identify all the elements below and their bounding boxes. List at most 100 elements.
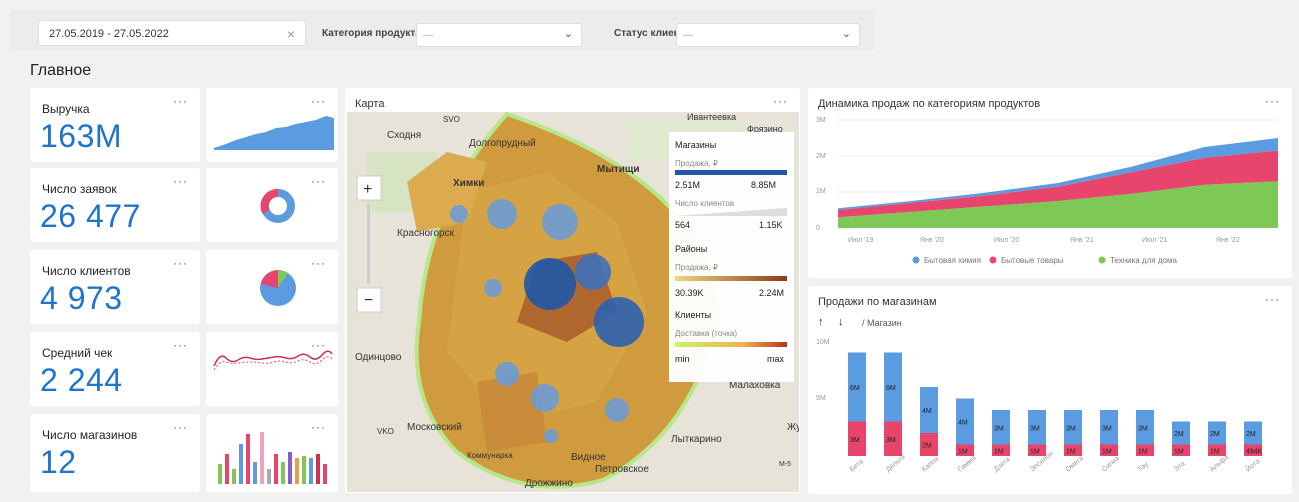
filter-bar: 27.05.2019 - 27.05.2022 × Категория прод…	[10, 10, 875, 50]
bar-data-label: 3M	[994, 425, 1004, 432]
place-label: Ивантеевка	[687, 112, 736, 122]
place-label: Долгопрудный	[469, 138, 536, 149]
place-label: Сходня	[387, 130, 421, 141]
menu-icon[interactable]: ···	[173, 256, 188, 270]
place-label: Одинцово	[355, 352, 402, 363]
legend-min: 564	[675, 220, 690, 230]
y-tick: 2M	[816, 153, 826, 160]
zoom-in-icon[interactable]: +	[363, 181, 372, 198]
menu-icon[interactable]: ···	[773, 94, 788, 108]
category-label: Йота	[1244, 456, 1262, 473]
place-label: Химки	[453, 178, 484, 189]
bar-data-label: 4M	[922, 408, 932, 415]
menu-icon[interactable]: ···	[173, 94, 188, 108]
x-tick: Июл '20	[994, 237, 1019, 244]
kpi-card-avg-check: Средний чек 2 244 ···	[30, 332, 200, 406]
kpi-card-stores: Число магазинов 12 ···	[30, 414, 200, 492]
mini-bar-chart: ···	[206, 414, 338, 492]
zoom-out-icon[interactable]: −	[364, 292, 373, 309]
kpi-value: 4 973	[40, 280, 123, 316]
legend-item: Бытовая химия	[924, 256, 981, 265]
mini-donut-chart: ···	[206, 168, 338, 242]
legend-max: 1.15K	[759, 220, 783, 230]
category-label: Эта	[1173, 460, 1187, 473]
legend-title: Клиенты	[675, 310, 711, 320]
bar-data-label: 2M	[922, 443, 932, 450]
menu-icon[interactable]: ···	[173, 338, 188, 352]
status-select[interactable]: — ⌄	[676, 23, 860, 47]
bar-data-label: 3M	[1138, 425, 1148, 432]
legend-item: Техника для дома	[1110, 256, 1177, 265]
place-label: Лыткарино	[671, 434, 722, 445]
category-label: Тау	[1137, 461, 1151, 474]
bar-data-label: 3M	[1102, 425, 1112, 432]
x-tick: Янв '20	[920, 237, 944, 244]
bar-data-label: 1M	[1102, 448, 1112, 455]
place-label: Коммунарка	[467, 451, 513, 460]
donut-chart	[260, 189, 295, 223]
y-tick: 5M	[816, 395, 826, 402]
menu-icon[interactable]: ···	[173, 420, 188, 434]
clear-icon[interactable]: ×	[287, 26, 295, 42]
place-label: Видное	[571, 452, 606, 463]
category-label: Гамма	[957, 455, 978, 474]
legend-label: Число клиентов	[675, 199, 734, 208]
y-tick: 1M	[816, 188, 826, 195]
legend-label: Продажа, ₽	[675, 263, 718, 272]
kpi-label: Выручка	[42, 102, 90, 116]
kpi-value: 2 244	[40, 362, 123, 398]
x-tick: Янв '22	[1216, 237, 1240, 244]
kpi-value: 26 477	[40, 198, 141, 234]
legend-max: max	[767, 354, 785, 364]
map-panel: Карта ··· Сходня Долгопрудный Химки Мыти…	[345, 88, 800, 493]
category-label: Сигма	[1101, 455, 1121, 473]
place-label: VKO	[377, 427, 394, 436]
stores-sales-panel: Продажи по магазинам ··· ↑ ↓ / Магазин 1…	[808, 286, 1292, 494]
kpi-value: 12	[40, 444, 77, 480]
bar-data-label: 2M	[1246, 431, 1256, 438]
x-tick: Июл '19	[848, 237, 873, 244]
map-title: Карта	[355, 98, 385, 110]
legend-max: 8.85M	[751, 180, 776, 190]
kpi-label: Средний чек	[42, 346, 113, 360]
bar-data-label: 1M	[958, 448, 968, 455]
chevron-down-icon: ⌄	[563, 28, 573, 40]
page-title: Главное	[30, 62, 92, 79]
menu-icon[interactable]: ···	[173, 174, 188, 188]
place-label: Московский	[407, 422, 462, 433]
mini-pie-chart: ···	[206, 250, 338, 324]
bar-data-label: 2M	[1174, 431, 1184, 438]
chevron-down-icon: ⌄	[841, 28, 851, 40]
kpi-card-orders: Число заявок 26 477 ···	[30, 168, 200, 242]
bar-data-label: 1M	[1066, 448, 1076, 455]
bar-data-label: 1M	[1030, 448, 1040, 455]
legend-min: 2.51M	[675, 180, 700, 190]
sparkline-line	[213, 350, 333, 371]
date-range-filter[interactable]: 27.05.2019 - 27.05.2022 ×	[38, 20, 306, 46]
mini-area-chart: ···	[206, 88, 338, 162]
sales-dynamics-panel: Динамика продаж по категориям продуктов …	[808, 88, 1292, 278]
category-select[interactable]: — ⌄	[416, 23, 582, 47]
kpi-value: 163M	[40, 118, 123, 154]
place-label: SVO	[443, 115, 460, 124]
bar-data-label: 494K	[1246, 448, 1263, 455]
legend-max: 2.24M	[759, 288, 784, 298]
mini-line-chart: ···	[206, 332, 338, 406]
kpi-label: Число клиентов	[42, 264, 131, 278]
date-range-value: 27.05.2019 - 27.05.2022	[49, 28, 169, 40]
legend-item: Бытовые товары	[1001, 256, 1064, 265]
kpi-card-clients: Число клиентов 4 973 ···	[30, 250, 200, 324]
kpi-card-revenue: Выручка 163M ···	[30, 88, 200, 162]
category-label: Альфа	[1209, 454, 1230, 474]
category-label: Каппа	[921, 456, 940, 474]
place-label: Красногорск	[397, 228, 455, 239]
category-filter-label: Категория продукта	[322, 28, 421, 39]
legend-label: Продажа, ₽	[675, 159, 718, 168]
place-label: Петровское	[595, 464, 649, 475]
bar-data-label: 1M	[1138, 448, 1148, 455]
map-canvas[interactable]: Сходня Долгопрудный Химки Мытищи Красног…	[347, 112, 799, 492]
place-label: Жу	[787, 422, 799, 433]
pie-chart	[260, 269, 296, 306]
bar-data-label: 3M	[1066, 425, 1076, 432]
bar-data-label: 4M	[958, 420, 968, 427]
